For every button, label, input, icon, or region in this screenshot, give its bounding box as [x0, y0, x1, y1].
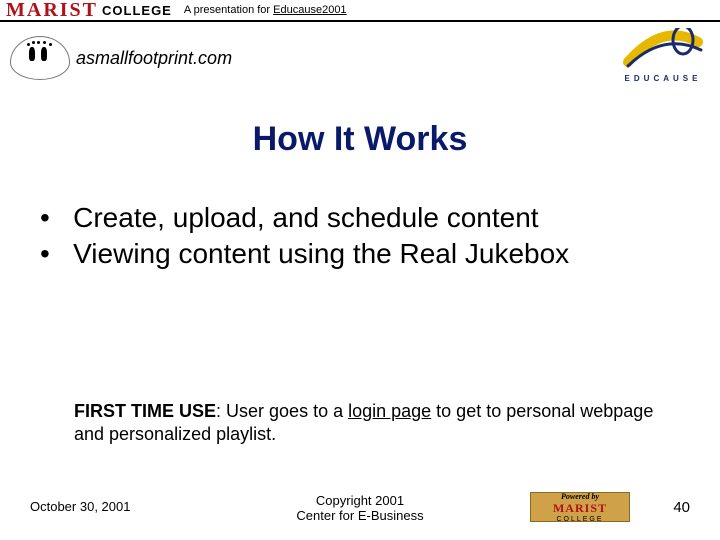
educause-logo: EDUCAUSE [618, 28, 708, 90]
educause-swoosh-icon [623, 28, 703, 72]
tagline: A presentation for Educause2001 [184, 4, 347, 16]
powered-by-badge: Powered by MARIST COLLEGE [530, 492, 630, 522]
header-bar: MARIST COLLEGE A presentation for Educau… [0, 0, 720, 22]
bullet-text: Viewing content using the Real Jukebox [73, 238, 569, 269]
slide: MARIST COLLEGE A presentation for Educau… [0, 0, 720, 540]
educause-label: EDUCAUSE [618, 74, 708, 83]
badge-marist: MARIST [553, 501, 607, 516]
marist-logo: MARIST COLLEGE [0, 0, 172, 22]
bullet-list: • Create, upload, and schedule content •… [40, 200, 660, 272]
copyright-line1: Copyright 2001 [316, 493, 404, 508]
bullet-item: • Create, upload, and schedule content [40, 200, 660, 236]
note-before-link: User goes to a [226, 401, 348, 421]
note-lead: FIRST TIME USE [74, 401, 216, 421]
tagline-year: 2001 [322, 4, 346, 16]
org-name: MARIST [6, 0, 98, 22]
copyright-line2: Center for E-Business [296, 508, 423, 523]
login-page-link[interactable]: login page [348, 401, 431, 421]
bullet-text: Create, upload, and schedule content [73, 202, 538, 233]
badge-powered: Powered by [561, 492, 599, 501]
footprint-icon [10, 36, 70, 80]
tagline-prefix: A presentation for [184, 4, 273, 16]
footprint-text: asmallfootprint.com [76, 48, 232, 69]
tagline-event: Educause [273, 4, 322, 16]
slide-title: How It Works [0, 120, 720, 159]
footer: October 30, 2001 Copyright 2001 Center f… [0, 490, 720, 530]
logo-row: asmallfootprint.com EDUCAUSE [0, 28, 720, 90]
note-sep: : [216, 401, 226, 421]
org-sub: COLLEGE [102, 3, 172, 18]
footprint-logo: asmallfootprint.com [10, 34, 320, 82]
page-number: 40 [673, 499, 690, 516]
first-time-note: FIRST TIME USE: User goes to a login pag… [74, 400, 654, 447]
bullet-item: • Viewing content using the Real Jukebox [40, 236, 660, 272]
badge-college: COLLEGE [556, 516, 603, 523]
